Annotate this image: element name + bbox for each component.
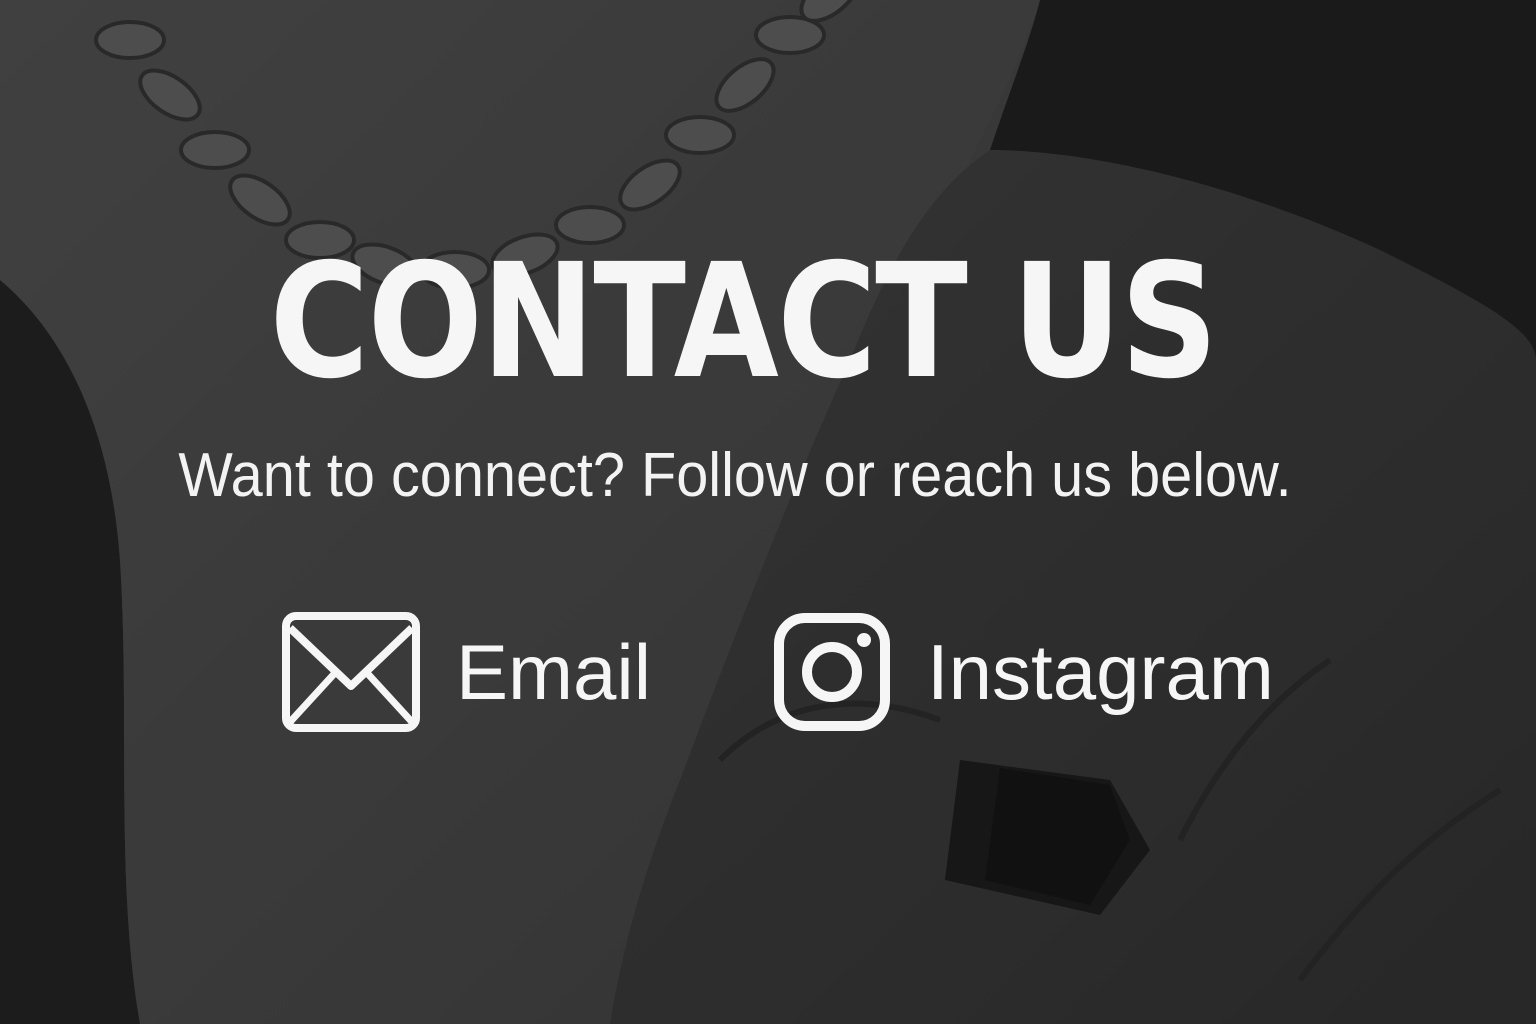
email-link[interactable]: Email [282,612,651,732]
instagram-icon [774,613,890,731]
page-subtitle: Want to connect? Follow or reach us belo… [178,441,1292,510]
page-title: CONTACT US [269,230,1219,414]
email-label: Email [456,628,652,716]
envelope-icon [282,612,420,732]
contact-page: CONTACT US Want to connect? Follow or re… [0,0,1536,1024]
dark-overlay [0,0,1536,1024]
instagram-label: Instagram [927,628,1274,716]
instagram-link[interactable]: Instagram [773,612,1274,732]
